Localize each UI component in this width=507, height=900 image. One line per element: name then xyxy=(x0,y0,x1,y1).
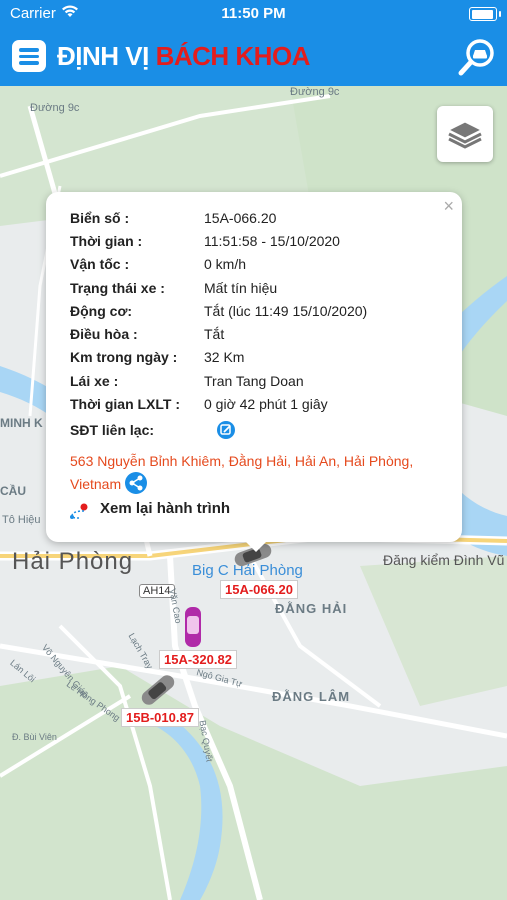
map-label-street: Đường 9c xyxy=(290,86,340,98)
info-value: 32 Km xyxy=(204,349,245,365)
search-car-icon[interactable] xyxy=(457,37,497,77)
battery-icon xyxy=(469,7,501,21)
info-value: Mất tín hiệu xyxy=(204,280,278,296)
layers-icon xyxy=(447,121,483,149)
map-layers-button[interactable] xyxy=(437,106,493,162)
info-value: 11:51:58 - 15/10/2020 xyxy=(204,233,340,249)
share-icon[interactable] xyxy=(125,472,148,495)
map-label-poi: Đăng kiểm Đình Vũ xyxy=(383,552,505,568)
info-value: 0 giờ 42 phút 1 giây xyxy=(204,396,328,412)
vehicle-plate-label[interactable]: 15A-066.20 xyxy=(220,580,298,599)
vehicle-car-icon[interactable] xyxy=(180,604,206,650)
vehicle-plate-label[interactable]: 15A-320.82 xyxy=(159,650,237,669)
vehicle-plate-label[interactable]: 15B-010.87 xyxy=(121,708,199,727)
status-bar: Carrier 11:50 PM xyxy=(0,0,507,28)
address-text: 563 Nguyễn Bỉnh Khiêm, Đằng Hải, Hải An,… xyxy=(70,453,414,492)
route-replay-icon[interactable] xyxy=(68,502,90,522)
info-value: Tắt xyxy=(204,326,225,342)
map-label-district: CẦU xyxy=(0,484,26,498)
map-label-street: Tô Hiệu xyxy=(2,514,41,526)
vehicle-car-icon[interactable] xyxy=(135,670,181,710)
info-label: Km trong ngày : xyxy=(70,349,178,365)
info-label: Động cơ: xyxy=(70,303,133,319)
map-label-city: Hải Phòng xyxy=(12,548,134,575)
info-value: Tắt (lúc 11:49 15/10/2020) xyxy=(204,303,368,319)
info-label: Lái xe : xyxy=(70,373,119,389)
hamburger-icon xyxy=(19,48,39,52)
info-label: Trạng thái xe : xyxy=(70,280,165,296)
close-icon[interactable]: × xyxy=(443,196,454,217)
hamburger-icon-bar xyxy=(19,61,39,65)
info-value: Tran Tang Doan xyxy=(204,373,304,389)
info-label: Thời gian : xyxy=(70,233,143,249)
map-label-street: Đường 9c xyxy=(30,102,80,114)
info-label: Điều hòa : xyxy=(70,326,138,342)
menu-button[interactable] xyxy=(12,40,46,72)
map-label-ward: ĐẰNG HẢI xyxy=(275,601,348,616)
info-value: 0 km/h xyxy=(204,256,247,272)
info-value: 15A-066.20 xyxy=(204,210,277,226)
info-label: Thời gian LXLT : xyxy=(70,396,181,412)
app-header: ĐỊNH VỊ BÁCH KHOA xyxy=(0,28,507,86)
app-title-part1: ĐỊNH VỊ xyxy=(57,41,156,71)
info-label: SĐT liên lạc: xyxy=(70,422,155,438)
app-title-part2: BÁCH KHOA xyxy=(155,41,311,71)
map-label-street: Đ. Bùi Viên xyxy=(12,732,57,742)
hamburger-icon-bar xyxy=(19,54,39,58)
info-label: Vận tốc : xyxy=(70,256,130,272)
app-title: ĐỊNH VỊ BÁCH KHOA xyxy=(57,41,310,72)
edit-phone-icon[interactable] xyxy=(216,420,236,440)
replay-route-button[interactable]: Xem lại hành trình xyxy=(100,500,230,517)
status-time: 11:50 PM xyxy=(221,5,286,22)
vehicle-address: 563 Nguyễn Bỉnh Khiêm, Đằng Hải, Hải An,… xyxy=(70,450,440,496)
map-label-ward: ĐẰNG LÂM xyxy=(272,689,351,704)
map-label-district: MINH K xyxy=(0,416,43,430)
vehicle-info-popup: × Biển số : 15A-066.20 Thời gian : 11:51:58… xyxy=(46,192,462,552)
info-label: Biển số : xyxy=(70,210,130,226)
